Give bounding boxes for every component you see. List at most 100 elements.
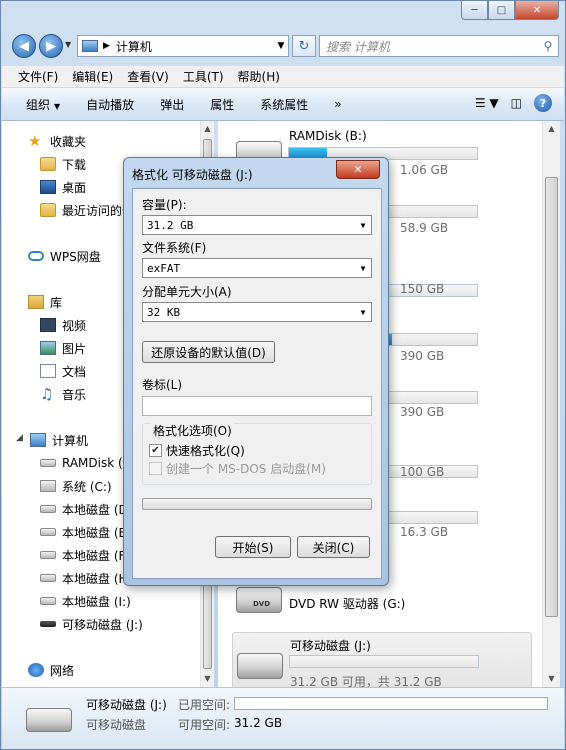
sidebar-item-computer[interactable]: ◢ 计算机 — [16, 430, 88, 450]
menu-tools[interactable]: 工具(T) — [183, 68, 224, 85]
drive-info: 150 GB — [400, 282, 445, 296]
search-input[interactable]: 搜索 计算机 — [326, 38, 538, 55]
filesystem-value: exFAT — [147, 261, 181, 275]
organize-label: 组织 — [26, 97, 51, 112]
content-scrollbar[interactable]: ▲ ▼ — [542, 121, 560, 687]
capacity-label: 容量(P): — [142, 198, 187, 212]
sidebar-item-documents[interactable]: 文档 — [40, 361, 86, 381]
recent-pages-dropdown[interactable]: ▼ — [65, 40, 71, 49]
scroll-down-icon[interactable]: ▼ — [201, 671, 214, 687]
sidebar-item-label: 可移动磁盘 (J:) — [62, 617, 143, 632]
menu-file[interactable]: 文件(F) — [18, 68, 58, 85]
msdos-boot-checkbox: 创建一个 MS-DOS 启动盘(M) — [149, 460, 326, 477]
menu-view[interactable]: 查看(V) — [127, 68, 169, 85]
breadcrumb-separator[interactable]: ▶ — [103, 41, 110, 51]
checkbox-icon — [149, 462, 162, 475]
back-button[interactable]: ◀ — [12, 34, 36, 58]
filesystem-label: 文件系统(F) — [142, 241, 207, 255]
format-options-label: 格式化选项(O) — [151, 422, 234, 439]
drive-name: 可移动磁盘 (J:) — [290, 639, 371, 653]
sidebar-item-music[interactable]: ♫ 音乐 — [40, 384, 86, 404]
volume-label-input[interactable] — [142, 396, 372, 416]
recent-places-icon — [40, 203, 56, 217]
address-dropdown-icon[interactable]: ▼ — [274, 41, 288, 51]
drive-info: 58.9 GB — [400, 221, 449, 235]
search-box[interactable]: 搜索 计算机 ⚲ — [319, 35, 559, 57]
scroll-down-icon[interactable]: ▼ — [543, 671, 560, 687]
sidebar-item-wps[interactable]: WPS网盘 — [28, 246, 101, 266]
window-controls: ─ □ ✕ — [461, 1, 559, 20]
sidebar-item-label: 音乐 — [62, 387, 87, 402]
maximize-button[interactable]: □ — [488, 1, 515, 20]
chevron-down-icon[interactable]: ◢ — [16, 433, 26, 447]
network-icon — [28, 663, 44, 677]
menu-edit[interactable]: 编辑(E) — [72, 68, 113, 85]
properties-button[interactable]: 属性 — [210, 96, 234, 113]
dialog-body: 容量(P): 31.2 GB ▼ 文件系统(F) exFAT ▼ 分配单元大小(A)… — [132, 188, 382, 579]
drive-icon — [40, 459, 56, 467]
address-bar[interactable]: ▶ 计算机 ▼ — [77, 35, 289, 57]
sidebar-item-videos[interactable]: 视频 — [40, 315, 86, 335]
dialog-close-button[interactable]: ✕ — [336, 160, 380, 179]
sidebar-item-drive-i[interactable]: 本地磁盘 (I:) — [40, 591, 131, 611]
command-bar: 组织 ▼ 自动播放 弹出 属性 系统属性 » ☰ ▼ ◫ ? — [2, 88, 564, 121]
sidebar-item-libraries[interactable]: 库 — [28, 292, 62, 312]
sidebar-item-drive-j[interactable]: 可移动磁盘 (J:) — [40, 614, 143, 634]
sidebar-item-drive-c[interactable]: 系统 (C:) — [40, 476, 112, 496]
msdos-boot-label: 创建一个 MS-DOS 启动盘(M) — [166, 462, 326, 476]
format-progress-bar — [142, 498, 372, 510]
restore-defaults-button[interactable]: 还原设备的默认值(D) — [142, 341, 275, 363]
removable-drive-tile[interactable]: 可移动磁盘 (J:) 31.2 GB 可用，共 31.2 GB — [232, 632, 532, 690]
sidebar-item-drive-e[interactable]: 本地磁盘 (E:) — [40, 522, 135, 542]
sidebar-item-downloads[interactable]: 下载 — [40, 154, 86, 174]
change-view-icon[interactable]: ☰ ▼ — [475, 96, 499, 110]
sidebar-item-pictures[interactable]: 图片 — [40, 338, 86, 358]
breadcrumb-computer[interactable]: 计算机 — [116, 38, 274, 55]
sidebar-item-desktop[interactable]: 桌面 — [40, 177, 86, 197]
autoplay-button[interactable]: 自动播放 — [86, 96, 134, 113]
sidebar-item-network[interactable]: 网络 — [28, 660, 74, 680]
sidebar-item-label: 文档 — [62, 364, 87, 379]
drive-usage-bar — [289, 655, 479, 668]
preview-pane-icon[interactable]: ◫ — [511, 96, 522, 110]
refresh-icon: ↻ — [298, 38, 310, 54]
eject-button[interactable]: 弹出 — [160, 96, 184, 113]
used-space-label: 已用空间: — [178, 698, 231, 712]
sidebar-item-drive-d[interactable]: 本地磁盘 (D:) — [40, 499, 136, 519]
filesystem-select[interactable]: exFAT ▼ — [142, 258, 372, 278]
scroll-up-icon[interactable]: ▲ — [543, 121, 560, 137]
sidebar-item-label: 网络 — [50, 663, 75, 678]
chevron-down-icon: ▼ — [54, 101, 61, 111]
capacity-select[interactable]: 31.2 GB ▼ — [142, 215, 372, 235]
start-button[interactable]: 开始(S) — [215, 536, 291, 558]
dialog-title: 格式化 可移动磁盘 (J:) — [132, 168, 253, 182]
system-drive-icon — [40, 480, 56, 492]
quick-format-checkbox[interactable]: ✔ 快速格式化(Q) — [149, 442, 245, 459]
close-window-button[interactable]: ✕ — [515, 1, 559, 20]
dvd-drive-icon — [236, 587, 282, 613]
refresh-button[interactable]: ↻ — [292, 35, 316, 57]
search-icon[interactable]: ⚲ — [538, 39, 558, 53]
close-button[interactable]: 关闭(C) — [297, 536, 370, 558]
computer-icon — [30, 433, 46, 447]
allocation-size-select[interactable]: 32 KB ▼ — [142, 302, 372, 322]
help-icon[interactable]: ? — [534, 94, 552, 112]
system-properties-button[interactable]: 系统属性 — [260, 96, 308, 113]
forward-button[interactable]: ▶ — [39, 34, 63, 58]
minimize-button[interactable]: ─ — [461, 1, 488, 20]
drive-icon — [40, 574, 56, 582]
usb-drive-icon — [40, 621, 56, 627]
picture-icon — [40, 341, 56, 355]
downloads-folder-icon — [40, 157, 56, 171]
menu-bar: 文件(F) 编辑(E) 查看(V) 工具(T) 帮助(H) — [2, 66, 564, 88]
details-title: 可移动磁盘 (J:) — [86, 698, 167, 712]
sidebar-item-favorites[interactable]: ★ 收藏夹 — [28, 131, 86, 151]
more-commands-button[interactable]: » — [334, 97, 341, 111]
sidebar-item-drive-f[interactable]: 本地磁盘 (F:) — [40, 545, 133, 565]
sidebar-item-drive-h[interactable]: 本地磁盘 (H:) — [40, 568, 136, 588]
scroll-thumb[interactable] — [545, 177, 558, 617]
organize-button[interactable]: 组织 ▼ — [26, 96, 60, 113]
scroll-up-icon[interactable]: ▲ — [201, 121, 214, 137]
sidebar-item-label: 本地磁盘 (I:) — [62, 594, 131, 609]
menu-help[interactable]: 帮助(H) — [238, 68, 280, 85]
